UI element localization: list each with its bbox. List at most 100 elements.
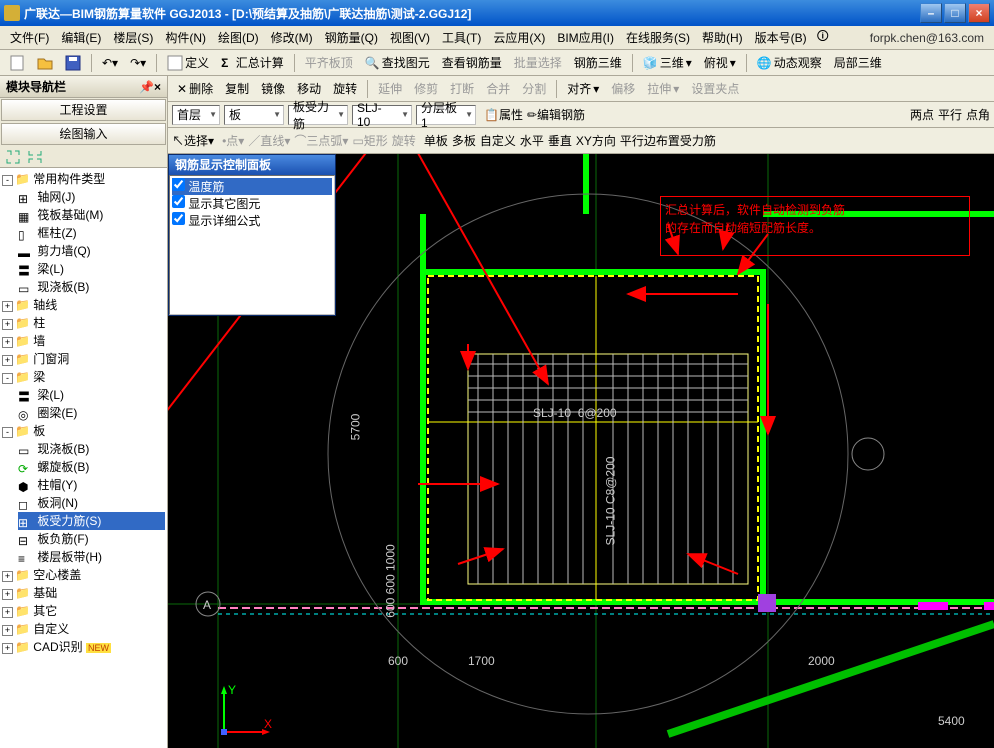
dim-2000: 2000 [808,654,835,668]
redo-button[interactable]: ↷▾ [125,53,151,73]
find-button[interactable]: 🔍查找图元 [360,51,435,74]
offset-button[interactable]: 偏移 [606,77,640,100]
menu-qty[interactable]: 钢筋量(Q) [319,27,384,48]
menu-cloud[interactable]: 云应用(X) [487,27,551,48]
menu-view[interactable]: 视图(V) [384,27,436,48]
menu-draw[interactable]: 绘图(D) [212,27,265,48]
parallel-button[interactable]: 平行 [938,106,962,123]
point-button[interactable]: •点▾ [222,132,244,149]
rotate-button[interactable]: 旋转 [328,77,362,100]
user-label: forpk.chen@163.com [864,31,990,45]
sum-button[interactable]: Σ 汇总计算 [216,51,289,74]
svg-text:Y: Y [228,683,236,697]
custom-button[interactable]: 自定义 [480,132,516,149]
rect-button[interactable]: ▭矩形 [352,132,387,149]
setjig-button[interactable]: 设置夹点 [686,77,744,100]
copy-button[interactable]: 复制 [220,77,254,100]
arc-button[interactable]: ⌒三点弧▾ [294,132,348,149]
align-button[interactable]: 对齐▾ [562,77,604,100]
open-icon[interactable] [32,52,58,74]
par-side-button[interactable]: 平行边布置受力筋 [620,132,716,149]
toolbar-main: ↶▾ ↷▾ 定义 Σ 汇总计算 平齐板顶 🔍查找图元 查看钢筋量 批量选择 钢筋… [0,50,994,76]
rebar-3d-button[interactable]: 钢筋三维 [569,51,627,74]
pan-button[interactable]: 俯视▾ [699,51,741,74]
node-slab-rebar[interactable]: ⊞ 板受力筋(S) [18,512,165,530]
dyn-button[interactable]: 🌐动态观察 [752,51,827,74]
undo-button[interactable]: ↶▾ [97,53,123,73]
del-button[interactable]: ✕删除 [172,77,218,100]
ucs-axis: Y X [214,682,274,742]
floor-dropdown[interactable]: 首层 [172,105,220,125]
node-col[interactable]: ▯ 框柱(Z) [18,224,165,242]
stretch-button[interactable]: 拉伸▾ [642,77,684,100]
chk-other[interactable]: 显示其它图元 [172,195,332,212]
menu-floor[interactable]: 楼层(S) [107,27,159,48]
node-wall[interactable]: ▬ 剪力墙(Q) [18,242,165,260]
tab-project-settings[interactable]: 工程设置 [1,99,166,121]
member-tree[interactable]: -📁 常用构件类型 ⊞ 轴网(J) ▦ 筏板基础(M) ▯ 框柱(Z) ▬ 剪力… [0,168,167,748]
select-button[interactable]: ↖选择▾ [172,132,214,149]
menu-bim[interactable]: BIM应用(I) [551,27,620,48]
maximize-button[interactable]: □ [944,3,966,23]
xy-button[interactable]: XY方向 [576,132,616,149]
menu-file[interactable]: 文件(F) [4,27,55,48]
sub-toolbar-2: ↖选择▾ •点▾ ／直线▾ ⌒三点弧▾ ▭矩形 旋转 单板 多板 自定义 水平 … [168,128,994,154]
pin-icon[interactable]: 📌 [139,80,154,94]
menubar: 文件(F) 编辑(E) 楼层(S) 构件(N) 绘图(D) 修改(M) 钢筋量(… [0,26,994,50]
prop-button[interactable]: 📋属性 [484,106,523,123]
vert-button[interactable]: 垂直 [548,132,572,149]
node-slab[interactable]: ▭ 现浇板(B) [18,278,165,296]
window-title: 广联达—BIM钢筋算量软件 GGJ2013 - [D:\预结算及抽筋\广联达抽筋… [24,5,920,22]
rebar-display-panel[interactable]: 钢筋显示控制面板 温度筋 显示其它图元 显示详细公式 [168,154,336,316]
node-raft[interactable]: ▦ 筏板基础(M) [18,206,165,224]
chk-formula[interactable]: 显示详细公式 [172,212,332,229]
drawing-viewport[interactable]: 5700 600 600 1000 600 1700 2000 5400 SLJ… [168,154,994,748]
flat-button[interactable]: 平齐板顶 [300,51,358,74]
local3d-button[interactable]: 局部三维 [829,51,887,74]
multi-slab-button[interactable]: 多板 [452,132,476,149]
expander[interactable]: - [2,175,13,186]
define-button[interactable]: 定义 [162,51,214,74]
trim-button[interactable]: 修剪 [409,77,443,100]
chk-temp[interactable]: 温度筋 [172,178,332,195]
merge-button[interactable]: 合并 [481,77,515,100]
menu-modify[interactable]: 修改(M) [265,27,319,48]
line-button[interactable]: ／直线▾ [248,132,290,149]
menu-version[interactable]: 版本号(B) [749,27,813,48]
menu-tool[interactable]: 工具(T) [436,27,487,48]
dim-1700: 1700 [468,654,495,668]
close-button[interactable]: × [968,3,990,23]
horz-button[interactable]: 水平 [520,132,544,149]
single-slab-button[interactable]: 单板 [424,132,448,149]
rot2-button[interactable]: 旋转 [392,132,416,149]
help-icon[interactable]: 🛈 [817,27,829,48]
collapse-icon[interactable] [26,148,44,166]
sub-dropdown[interactable]: 板受力筋 [288,105,348,125]
mirror-button[interactable]: 镜像 [256,77,290,100]
3d-button[interactable]: 🧊三维▾ [638,51,697,74]
minimize-button[interactable]: – [920,3,942,23]
batch-button[interactable]: 批量选择 [509,51,567,74]
id-dropdown[interactable]: SLJ-10 [352,105,412,125]
tab-draw-input[interactable]: 绘图输入 [1,123,166,145]
edit-rebar-button[interactable]: ✏编辑钢筋 [527,106,585,123]
break-button[interactable]: 打断 [445,77,479,100]
pt-angle-button[interactable]: 点角 [966,106,990,123]
menu-online[interactable]: 在线服务(S) [620,27,696,48]
new-icon[interactable] [4,52,30,74]
expand-icon[interactable] [4,148,22,166]
node-axis[interactable]: ⊞ 轴网(J) [18,188,165,206]
menu-member[interactable]: 构件(N) [159,27,212,48]
node-beam[interactable]: 〓 梁(L) [18,260,165,278]
menu-help[interactable]: 帮助(H) [696,27,749,48]
titlebar: 广联达—BIM钢筋算量软件 GGJ2013 - [D:\预结算及抽筋\广联达抽筋… [0,0,994,26]
menu-edit[interactable]: 编辑(E) [55,27,107,48]
save-icon[interactable] [60,52,86,74]
close-panel-icon[interactable]: × [154,80,161,94]
member-dropdown[interactable]: 板 [224,105,284,125]
layer-dropdown[interactable]: 分层板1 [416,105,476,125]
two-pt-button[interactable]: 两点 [910,106,934,123]
split-button[interactable]: 分割 [517,77,551,100]
extend-button[interactable]: 延伸 [373,77,407,100]
view-rebar-button[interactable]: 查看钢筋量 [437,51,507,74]
